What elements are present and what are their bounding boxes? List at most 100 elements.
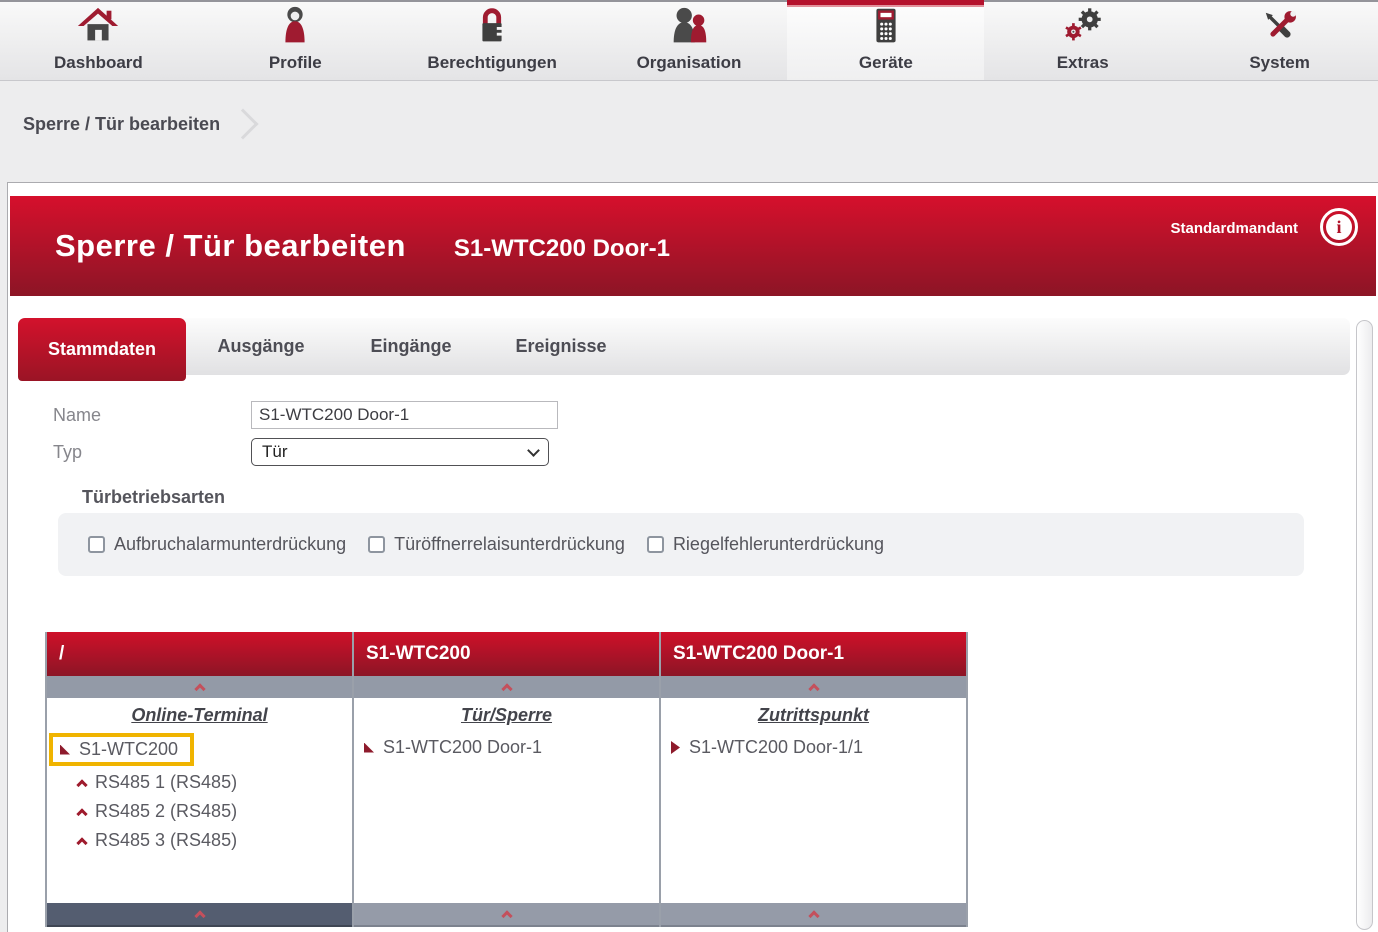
tree-group-label[interactable]: Zutrittspunkt <box>661 705 966 726</box>
tree-column-body: Zutrittspunkt S1-WTC200 Door-1/1 <box>661 698 966 903</box>
node-collapsed-icon <box>671 741 680 754</box>
nav-label: System <box>1249 53 1309 73</box>
caret-up-icon <box>76 837 87 848</box>
tree-item[interactable]: RS485 2 (RS485) <box>47 797 352 826</box>
tab-stammdaten[interactable]: Stammdaten <box>18 318 186 381</box>
nav-label: Geräte <box>859 53 913 73</box>
checkbox-riegelfehlerunterdrueckung[interactable] <box>647 536 664 553</box>
tab-ausgaenge[interactable]: Ausgänge <box>186 318 336 375</box>
form-row-name: Name <box>53 401 1376 429</box>
top-navigation: Dashboard Profile Berechtigungen <box>0 0 1378 81</box>
checkbox-label: Aufbruchalarmunterdrückung <box>114 534 346 555</box>
page-header-band: Sperre / Tür bearbeiten S1-WTC200 Door-1… <box>10 196 1376 296</box>
checkbox-label: Riegelfehlerunterdrückung <box>673 534 884 555</box>
tree-item[interactable]: S1-WTC200 Door-1 <box>354 733 659 762</box>
breadcrumb: Sperre / Tür bearbeiten <box>23 113 1378 135</box>
tab-bar: Stammdaten Ausgänge Eingänge Ereignisse <box>18 318 1350 375</box>
info-icon[interactable]: i <box>1320 208 1358 246</box>
mode-aufbruchalarm: Aufbruchalarmunterdrückung <box>88 534 346 555</box>
tree-item-label: S1-WTC200 Door-1 <box>383 737 542 758</box>
profile-icon <box>272 4 318 50</box>
tree-item-label: S1-WTC200 <box>79 739 178 760</box>
scroll-down-button[interactable] <box>47 903 352 927</box>
page-subtitle: S1-WTC200 Door-1 <box>454 230 670 263</box>
nav-item-geraete[interactable]: Geräte <box>787 2 984 80</box>
master-data-form: Name Typ Tür <box>53 401 1376 466</box>
caret-up-icon <box>501 910 512 921</box>
mode-riegelfehler: Riegelfehlerunterdrückung <box>647 534 884 555</box>
scroll-up-button[interactable] <box>661 676 966 698</box>
name-input[interactable] <box>251 401 558 429</box>
nav-item-system[interactable]: System <box>1181 2 1378 80</box>
tree-item-label: RS485 3 (RS485) <box>95 830 237 851</box>
tree-column-header: S1-WTC200 Door-1 <box>661 632 966 676</box>
caret-up-icon <box>76 808 87 819</box>
door-modes-title: Türbetriebsarten <box>58 487 1304 508</box>
nav-item-extras[interactable]: Extras <box>984 2 1181 80</box>
checkbox-label: Türöffnerrelaisunterdrückung <box>394 534 625 555</box>
tree-column-root: / Online-Terminal S1-WTC200 RS485 1 (RS4… <box>47 632 352 927</box>
tree-group-label[interactable]: Online-Terminal <box>47 705 352 726</box>
scroll-up-button[interactable] <box>354 676 659 698</box>
tree-item-label: RS485 1 (RS485) <box>95 772 237 793</box>
nav-item-organisation[interactable]: Organisation <box>591 2 788 80</box>
caret-up-icon <box>76 779 87 790</box>
content-panel: Sperre / Tür bearbeiten S1-WTC200 Door-1… <box>7 182 1378 932</box>
checkbox-aufbruchalarmunterdrueckung[interactable] <box>88 536 105 553</box>
nav-label: Dashboard <box>54 53 143 73</box>
scroll-up-button[interactable] <box>47 676 352 698</box>
tree-item[interactable]: RS485 3 (RS485) <box>47 826 352 855</box>
tree-item[interactable]: S1-WTC200 <box>49 733 194 766</box>
scroll-down-button[interactable] <box>354 903 659 927</box>
home-icon <box>75 4 121 50</box>
tab-ereignisse[interactable]: Ereignisse <box>486 318 636 375</box>
caret-up-icon <box>194 910 205 921</box>
tenant-label: Standardmandant <box>1170 220 1298 237</box>
caret-up-icon <box>194 683 205 694</box>
door-modes-section: Türbetriebsarten Aufbruchalarmunterdrück… <box>58 487 1304 576</box>
gears-icon <box>1060 4 1106 50</box>
lock-icon <box>469 4 515 50</box>
caret-up-icon <box>808 683 819 694</box>
tree-column-header: / <box>47 632 352 676</box>
tree-item[interactable]: RS485 1 (RS485) <box>47 768 352 797</box>
nav-item-berechtigungen[interactable]: Berechtigungen <box>394 2 591 80</box>
devices-icon <box>863 4 909 50</box>
tree-column-terminal: S1-WTC200 Tür/Sperre S1-WTC200 Door-1 <box>354 632 659 927</box>
device-tree: / Online-Terminal S1-WTC200 RS485 1 (RS4… <box>45 632 968 927</box>
typ-label: Typ <box>53 442 251 463</box>
caret-up-icon <box>501 683 512 694</box>
form-row-typ: Typ Tür <box>53 438 1376 466</box>
organisation-icon <box>666 4 712 50</box>
vertical-scrollbar[interactable] <box>1356 320 1373 930</box>
nav-label: Profile <box>269 53 322 73</box>
nav-item-dashboard[interactable]: Dashboard <box>0 2 197 80</box>
chevron-down-icon <box>527 444 540 457</box>
tree-item-label: RS485 2 (RS485) <box>95 801 237 822</box>
node-expanded-icon <box>364 743 374 753</box>
typ-select-value: Tür <box>262 442 288 462</box>
tree-column-door: S1-WTC200 Door-1 Zutrittspunkt S1-WTC200… <box>661 632 966 927</box>
nav-label: Extras <box>1057 53 1109 73</box>
tree-item-label: S1-WTC200 Door-1/1 <box>689 737 863 758</box>
nav-label: Organisation <box>637 53 742 73</box>
tree-item[interactable]: S1-WTC200 Door-1/1 <box>661 733 966 762</box>
tree-column-header: S1-WTC200 <box>354 632 659 676</box>
tools-icon <box>1257 4 1303 50</box>
mode-tueroeffnerrelais: Türöffnerrelaisunterdrückung <box>368 534 625 555</box>
tree-column-body: Online-Terminal S1-WTC200 RS485 1 (RS485… <box>47 698 352 903</box>
typ-select[interactable]: Tür <box>251 438 549 466</box>
nav-label: Berechtigungen <box>427 53 556 73</box>
page-title: Sperre / Tür bearbeiten <box>55 228 406 264</box>
tree-group-label[interactable]: Tür/Sperre <box>354 705 659 726</box>
tab-eingaenge[interactable]: Eingänge <box>336 318 486 375</box>
breadcrumb-label[interactable]: Sperre / Tür bearbeiten <box>23 114 220 135</box>
checkbox-tueroeffnerrelaisunterdrueckung[interactable] <box>368 536 385 553</box>
door-modes-panel: Aufbruchalarmunterdrückung Türöffnerrela… <box>58 513 1304 576</box>
tree-column-body: Tür/Sperre S1-WTC200 Door-1 <box>354 698 659 903</box>
scroll-down-button[interactable] <box>661 903 966 927</box>
name-label: Name <box>53 405 251 426</box>
nav-item-profile[interactable]: Profile <box>197 2 394 80</box>
caret-up-icon <box>808 910 819 921</box>
node-expanded-icon <box>60 745 70 755</box>
